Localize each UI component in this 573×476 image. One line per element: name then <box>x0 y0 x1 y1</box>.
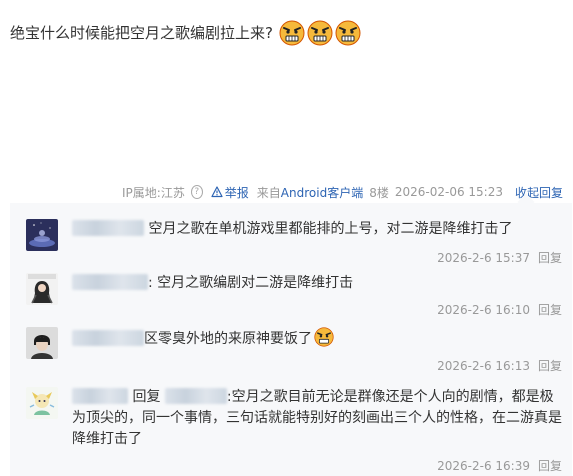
comment-time: 2026-2-6 15:37 <box>437 251 530 265</box>
comment-meta: 2026-2-6 16:13 回复 <box>437 357 562 374</box>
reply-button[interactable]: 回复 <box>538 459 562 473</box>
source-app-link[interactable]: Android客户端 <box>281 186 363 200</box>
source-prefix: 来自 <box>256 185 281 200</box>
warning-icon <box>211 186 223 198</box>
comment-text: 空月之歌在单机游戏里都能排的上号，对二游是降维打击了 <box>148 221 513 237</box>
comment-body: 回复 :空月之歌目前无论是群像还是个人向的剧情，都是极为顶尖的，同一个事情，三句… <box>72 387 562 450</box>
username-blurred[interactable] <box>72 220 144 236</box>
comment-body: 区零臭外地的来原神要饭了 <box>72 327 562 354</box>
username-blurred[interactable] <box>72 274 148 290</box>
list-item: 区零臭外地的来原神要饭了 2026-2-6 16:13 回复 <box>26 327 562 379</box>
report-button[interactable]: 举报 <box>211 184 249 201</box>
angry-face-icon <box>314 327 334 354</box>
comment-time: 2026-2-6 16:10 <box>437 303 530 317</box>
comment-body: 空月之歌在单机游戏里都能排的上号，对二游是降维打击了 <box>72 219 562 240</box>
comment-meta: 2026-2-6 16:39 回复 <box>437 457 562 474</box>
list-item: : 空月之歌编剧对二游是降维打击 2026-2-6 16:10 回复 <box>26 273 562 325</box>
avatar[interactable] <box>26 327 58 359</box>
username-blurred[interactable] <box>72 330 144 346</box>
avatar[interactable] <box>26 219 58 251</box>
help-icon[interactable]: ? <box>190 185 203 199</box>
avatar[interactable] <box>26 387 58 419</box>
comment-body: : 空月之歌编剧对二游是降维打击 <box>72 273 562 294</box>
comment-time: 2026-2-6 16:13 <box>437 359 530 373</box>
post-tail: IP属地:江苏 ? 举报 来自Android客户端 8楼 2026-02-06 … <box>122 183 563 201</box>
post-datetime: 2026-02-06 15:23 <box>394 185 503 199</box>
reply-button[interactable]: 回复 <box>538 359 562 373</box>
source: 来自Android客户端 <box>257 184 363 201</box>
comment-text: 区零臭外地的来原神要饭了 <box>144 331 312 347</box>
list-item: 回复 :空月之歌目前无论是群像还是个人向的剧情，都是极为顶尖的，同一个事情，三句… <box>26 387 562 475</box>
comment-text: : 空月之歌编剧对二游是降维打击 <box>148 275 354 291</box>
reply-button[interactable]: 回复 <box>538 251 562 265</box>
reply-target-blurred[interactable] <box>164 388 227 404</box>
comment-meta: 2026-2-6 16:10 回复 <box>437 301 562 318</box>
reply-button[interactable]: 回复 <box>538 303 562 317</box>
list-item: 空月之歌在单机游戏里都能排的上号，对二游是降维打击了 2026-2-6 15:3… <box>26 219 562 271</box>
angry-face-icon <box>335 20 361 46</box>
avatar[interactable] <box>26 273 58 305</box>
comment-time: 2026-2-6 16:39 <box>437 459 530 473</box>
username-blurred[interactable] <box>72 388 128 404</box>
angry-face-icon <box>279 20 305 46</box>
comment-meta: 2026-2-6 15:37 回复 <box>437 249 562 266</box>
post-text: 绝宝什么时候能把空月之歌编剧拉上来? <box>10 24 273 42</box>
angry-face-icon <box>307 20 333 46</box>
reply-list: 空月之歌在单机游戏里都能排的上号，对二游是降维打击了 2026-2-6 15:3… <box>10 203 572 476</box>
post-content: 绝宝什么时候能把空月之歌编剧拉上来? <box>10 20 361 46</box>
ip-location: IP属地:江苏 <box>122 185 185 200</box>
emoji-group <box>279 20 361 46</box>
floor-number: 8楼 <box>369 185 389 200</box>
reply-prefix: 回复 <box>132 389 161 405</box>
report-label: 举报 <box>224 185 249 200</box>
